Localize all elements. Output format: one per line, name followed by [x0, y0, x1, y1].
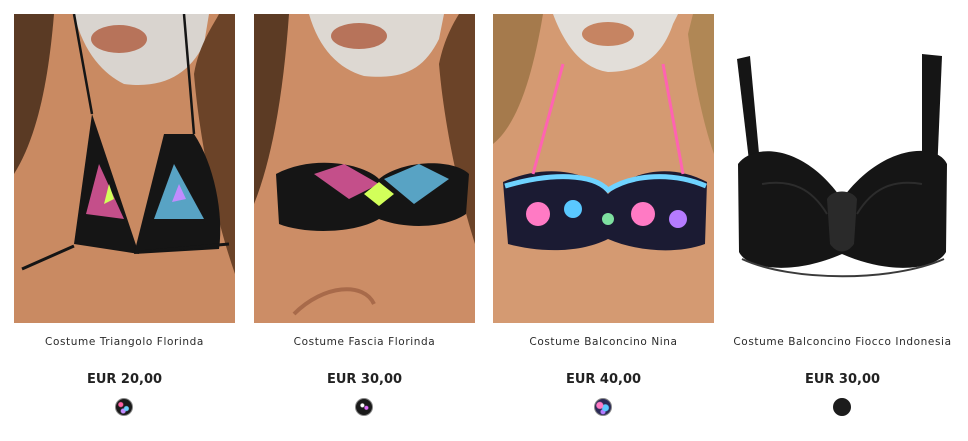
product-price: EUR 40,00 — [565, 372, 642, 387]
product-grid: Costume Triangolo Florinda EUR 20,00 Cos… — [0, 0, 968, 441]
color-swatch[interactable] — [115, 398, 133, 416]
product-name[interactable]: Costume Balconcino Fiocco Indonesia — [726, 336, 959, 348]
product-photo-triangle-bikini — [14, 14, 235, 323]
product-image[interactable] — [14, 14, 235, 323]
product-photo-black-bow-balconette — [732, 14, 953, 323]
color-swatch[interactable] — [594, 398, 612, 416]
color-swatch[interactable] — [355, 398, 373, 416]
product-image[interactable] — [493, 14, 714, 323]
product-name[interactable]: Costume Balconcino Nina — [487, 336, 720, 348]
product-price: EUR 20,00 — [86, 372, 163, 387]
product-card[interactable]: Costume Balconcino Fiocco Indonesia EUR … — [732, 14, 953, 424]
product-price: EUR 30,00 — [326, 372, 403, 387]
product-photo-floral-balconette — [493, 14, 714, 323]
product-card[interactable]: Costume Triangolo Florinda EUR 20,00 — [14, 14, 235, 424]
product-photo-bandeau-bikini — [254, 14, 475, 323]
color-swatch[interactable] — [833, 398, 851, 416]
product-image[interactable] — [732, 14, 953, 323]
product-card[interactable]: Costume Balconcino Nina EUR 40,00 — [493, 14, 714, 424]
product-name[interactable]: Costume Triangolo Florinda — [8, 336, 241, 348]
product-card[interactable]: Costume Fascia Florinda EUR 30,00 — [254, 14, 475, 424]
product-image[interactable] — [254, 14, 475, 323]
product-name[interactable]: Costume Fascia Florinda — [248, 336, 481, 348]
product-price: EUR 30,00 — [804, 372, 881, 387]
